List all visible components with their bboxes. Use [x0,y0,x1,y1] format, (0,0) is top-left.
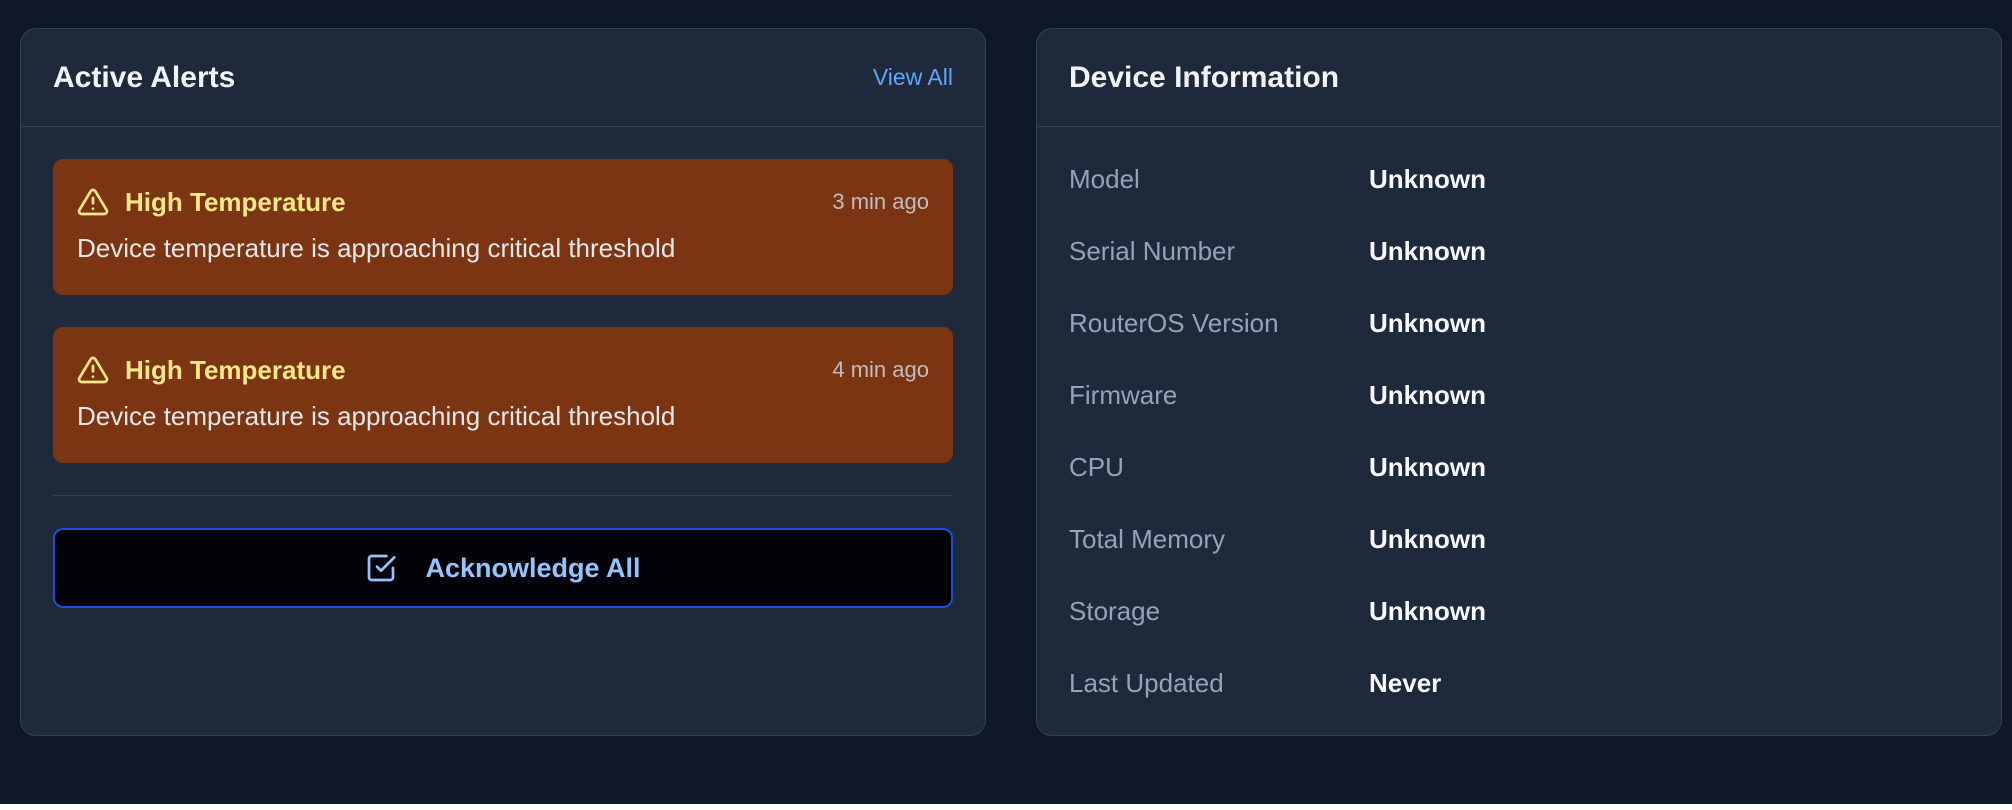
device-card-header: Device Information [1037,29,2001,127]
warning-triangle-icon [77,354,109,386]
info-label: RouterOS Version [1069,307,1279,338]
info-value: Never [1369,667,1442,698]
acknowledge-all-label: Acknowledge All [425,552,641,583]
alert-timestamp: 4 min ago [832,357,929,382]
info-value: Unknown [1369,379,1486,410]
info-label: Storage [1069,595,1161,626]
info-label: Total Memory [1069,523,1226,554]
info-row-model: Model Unknown [1069,143,1969,215]
warning-triangle-icon [77,186,109,218]
info-row-storage: Storage Unknown [1069,575,1969,647]
dashboard-page: Active Alerts View All High Temperature … [0,0,2012,804]
info-label: Last Updated [1069,667,1224,698]
device-info-list: Model Unknown Serial Number Unknown Rout… [1037,127,2001,719]
info-value: Unknown [1369,595,1486,626]
info-value: Unknown [1369,307,1486,338]
info-label: CPU [1069,451,1124,482]
alerts-card-header: Active Alerts View All [21,29,985,127]
alerts-list: High Temperature 3 min ago Device temper… [21,127,985,608]
info-row-firmware: Firmware Unknown [1069,359,1969,431]
alert-item[interactable]: High Temperature 3 min ago Device temper… [53,159,953,295]
alert-title: High Temperature [125,186,346,217]
check-square-icon [365,552,397,584]
info-row-total-memory: Total Memory Unknown [1069,503,1969,575]
alert-message: Device temperature is approaching critic… [77,233,676,263]
info-row-serial-number: Serial Number Unknown [1069,215,1969,287]
info-row-routeros-version: RouterOS Version Unknown [1069,287,1969,359]
device-card-title: Device Information [1069,60,1340,94]
alerts-card-title: Active Alerts [53,60,236,94]
view-all-link[interactable]: View All [873,64,953,91]
active-alerts-card: Active Alerts View All High Temperature … [20,28,986,736]
info-value: Unknown [1369,523,1486,554]
acknowledge-all-button[interactable]: Acknowledge All [53,528,953,608]
info-value: Unknown [1369,163,1486,194]
info-label: Firmware [1069,379,1178,410]
alert-item[interactable]: High Temperature 4 min ago Device temper… [53,327,953,463]
info-row-last-updated: Last Updated Never [1069,647,1969,719]
alert-timestamp: 3 min ago [832,189,929,214]
alerts-divider [53,495,953,496]
info-value: Unknown [1369,451,1486,482]
info-value: Unknown [1369,235,1486,266]
device-information-card: Device Information Model Unknown Serial … [1036,28,2002,736]
info-label: Model [1069,163,1140,194]
alert-message: Device temperature is approaching critic… [77,401,676,431]
info-row-cpu: CPU Unknown [1069,431,1969,503]
alert-title: High Temperature [125,354,346,385]
info-label: Serial Number [1069,235,1236,266]
